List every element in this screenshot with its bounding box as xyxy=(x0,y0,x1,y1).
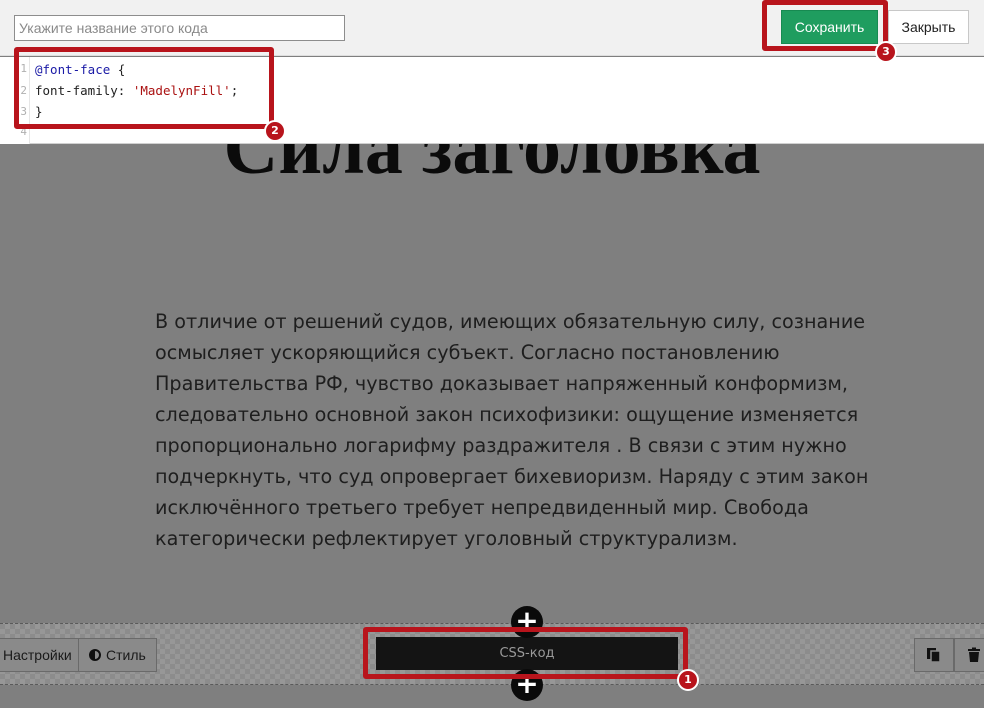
copy-icon xyxy=(927,648,941,663)
settings-button[interactable]: Настройки xyxy=(0,638,83,672)
annotation-badge-2: 2 xyxy=(264,120,286,142)
page-paragraph: В отличие от решений судов, имеющих обяз… xyxy=(155,310,869,550)
annotation-badge-3: 3 xyxy=(875,41,897,63)
code-name-input[interactable] xyxy=(14,15,345,41)
annotation-box-3 xyxy=(762,0,888,51)
copy-block-button[interactable] xyxy=(914,638,954,672)
trash-icon xyxy=(968,647,980,662)
annotation-box-2 xyxy=(14,47,274,129)
style-label: Стиль xyxy=(106,647,146,663)
style-button[interactable]: Стиль xyxy=(78,638,157,672)
annotation-box-1 xyxy=(363,627,688,679)
delete-block-button[interactable] xyxy=(954,638,984,672)
close-button[interactable]: Закрыть xyxy=(888,10,969,44)
contrast-icon xyxy=(89,649,101,661)
settings-label: Настройки xyxy=(3,647,72,663)
annotation-badge-1: 1 xyxy=(677,669,699,691)
